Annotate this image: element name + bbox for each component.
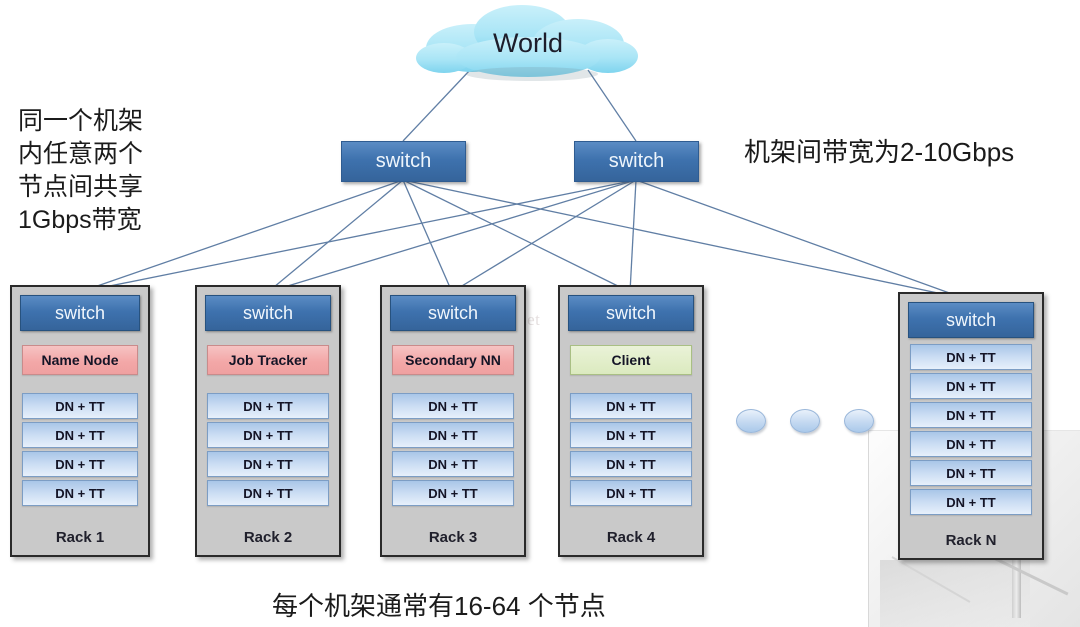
rack-4-switch[interactable]: switch (568, 295, 694, 331)
rack-2-node-4-label: DN + TT (243, 485, 293, 501)
cloud-label: World (492, 28, 564, 58)
rack-1-node-2[interactable]: DN + TT (22, 422, 138, 448)
rack-3-node-3-label: DN + TT (428, 456, 478, 472)
rack-4-special-node[interactable]: Client (570, 345, 692, 375)
rack-1-node-3[interactable]: DN + TT (22, 451, 138, 477)
rack-2-special-node-label: Job Tracker (228, 352, 308, 368)
rack-3-node-2[interactable]: DN + TT (392, 422, 514, 448)
annotation-left-line-1: 同一个机架 (18, 107, 144, 135)
background-shade-artifact (880, 560, 1030, 627)
core-switch-right-label: switch (608, 150, 665, 172)
annotation-left-line-4: 1Gbps带宽 (18, 206, 142, 234)
world-cloud: World (412, 2, 644, 88)
rack-n-label: Rack N (945, 532, 997, 549)
rack-1-node-3-label: DN + TT (55, 456, 105, 472)
rack-3-node-3[interactable]: DN + TT (392, 451, 514, 477)
rack-n-node-2[interactable]: DN + TT (910, 373, 1032, 399)
rack-n-switch[interactable]: switch (908, 302, 1034, 338)
rack-2-node-2-label: DN + TT (243, 427, 293, 443)
rack-n-node-3[interactable]: DN + TT (910, 402, 1032, 428)
rack-4-switch-label: switch (605, 302, 656, 323)
rack-4-node-4[interactable]: DN + TT (570, 480, 692, 506)
rack-3-label: Rack 3 (428, 529, 478, 546)
rack-3-special-node[interactable]: Secondary NN (392, 345, 514, 375)
rack-3-node-4-label: DN + TT (428, 485, 478, 501)
rack-4-label: Rack 4 (606, 529, 656, 546)
background-edge-artifact-c (891, 556, 971, 603)
rack-2-node-1-label: DN + TT (243, 398, 293, 414)
annotation-left-line-3: 节点间共享 (18, 173, 144, 201)
rack-2-switch[interactable]: switch (205, 295, 331, 331)
rack-1-switch-label: switch (54, 302, 105, 323)
core-switch-left-label: switch (375, 150, 432, 172)
rack-1-special-node-label: Name Node (41, 352, 119, 368)
core-switch-left[interactable]: switch (341, 141, 466, 182)
rack-1-node-4-label: DN + TT (55, 485, 105, 501)
annotation-nodes-per-rack: 每个机架通常有16-64 个节点 (272, 591, 606, 621)
rack-n[interactable]: switch DN + TT DN + TT DN + TT DN + TT D… (898, 292, 1044, 560)
rack-1-node-1[interactable]: DN + TT (22, 393, 138, 419)
rack-1-special-node[interactable]: Name Node (22, 345, 138, 375)
rack-2-node-3-label: DN + TT (243, 456, 293, 472)
rack-4-special-node-label: Client (611, 352, 651, 368)
rack-2-node-3[interactable]: DN + TT (207, 451, 329, 477)
annotation-intra-rack-bandwidth: 同一个机架 内任意两个 节点间共享 1Gbps带宽 (18, 105, 198, 237)
rack-3-special-node-label: Secondary NN (405, 352, 501, 368)
rack-2-node-4[interactable]: DN + TT (207, 480, 329, 506)
rack-2-switch-label: switch (242, 302, 293, 323)
rack-4-node-2-label: DN + TT (606, 427, 656, 443)
rack-3-node-1[interactable]: DN + TT (392, 393, 514, 419)
annotation-inter-rack-bandwidth: 机架间带宽为2-10Gbps (744, 137, 1015, 167)
rack-1-node-1-label: DN + TT (55, 398, 105, 414)
rack-n-switch-label: switch (945, 309, 996, 330)
rack-2-label: Rack 2 (243, 529, 293, 546)
rack-3-node-4[interactable]: DN + TT (392, 480, 514, 506)
rack-n-node-3-label: DN + TT (946, 407, 996, 423)
rack-4-node-4-label: DN + TT (606, 485, 656, 501)
rack-n-node-4[interactable]: DN + TT (910, 431, 1032, 457)
rack-1-node-2-label: DN + TT (55, 427, 105, 443)
rack-1-label: Rack 1 (55, 529, 105, 546)
core-switch-right[interactable]: switch (574, 141, 699, 182)
rack-n-node-5-label: DN + TT (946, 465, 996, 481)
rack-2-node-1[interactable]: DN + TT (207, 393, 329, 419)
rack-4-node-1-label: DN + TT (606, 398, 656, 414)
diagram-canvas: World switch switch https://blog.csdn.ne… (0, 0, 1080, 627)
rack-n-node-6[interactable]: DN + TT (910, 489, 1032, 515)
rack-3-node-2-label: DN + TT (428, 427, 478, 443)
rack-n-node-5[interactable]: DN + TT (910, 460, 1032, 486)
rack-n-node-1-label: DN + TT (946, 349, 996, 365)
annotation-left-line-2: 内任意两个 (18, 140, 144, 168)
rack-4-node-1[interactable]: DN + TT (570, 393, 692, 419)
rack-3-switch-label: switch (427, 302, 478, 323)
rack-n-node-4-label: DN + TT (946, 436, 996, 452)
rack-3[interactable]: switch Secondary NN DN + TT DN + TT DN +… (380, 285, 526, 557)
rack-2[interactable]: switch Job Tracker DN + TT DN + TT DN + … (195, 285, 341, 557)
rack-1[interactable]: switch Name Node DN + TT DN + TT DN + TT… (10, 285, 150, 557)
rack-1-node-4[interactable]: DN + TT (22, 480, 138, 506)
ellipsis-dot-2 (790, 409, 820, 433)
ellipsis-dot-1 (736, 409, 766, 433)
rack-4-node-3[interactable]: DN + TT (570, 451, 692, 477)
rack-n-node-2-label: DN + TT (946, 378, 996, 394)
rack-3-node-1-label: DN + TT (428, 398, 478, 414)
rack-1-switch[interactable]: switch (20, 295, 140, 331)
rack-n-node-1[interactable]: DN + TT (910, 344, 1032, 370)
rack-4-node-3-label: DN + TT (606, 456, 656, 472)
rack-3-switch[interactable]: switch (390, 295, 516, 331)
ellipsis-dot-3 (844, 409, 874, 433)
rack-n-node-6-label: DN + TT (946, 494, 996, 510)
rack-2-node-2[interactable]: DN + TT (207, 422, 329, 448)
rack-4-node-2[interactable]: DN + TT (570, 422, 692, 448)
rack-4[interactable]: switch Client DN + TT DN + TT DN + TT DN… (558, 285, 704, 557)
rack-2-special-node[interactable]: Job Tracker (207, 345, 329, 375)
